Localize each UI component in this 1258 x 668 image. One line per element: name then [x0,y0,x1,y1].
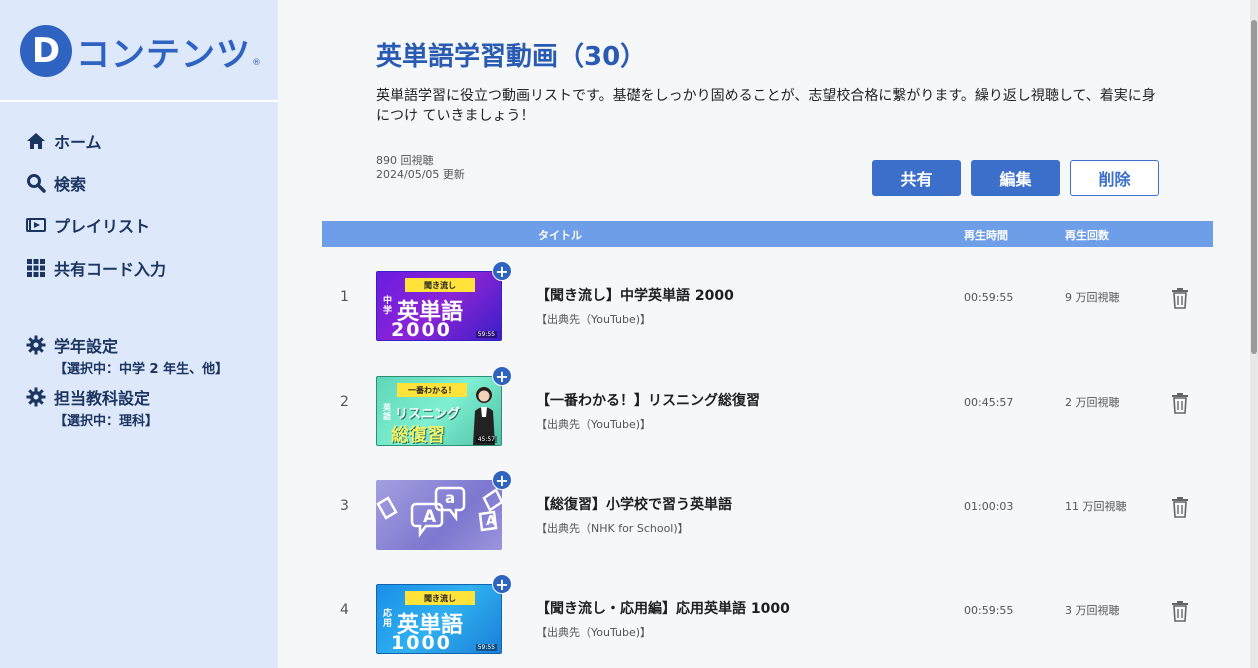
thumbnail-side-text: 中学 [383,296,393,316]
share-button[interactable]: 共有 [872,160,961,196]
sidebar-divider [0,100,278,102]
video-thumbnail[interactable]: A a A + [376,470,512,550]
video-thumbnail[interactable]: 聞き流し 応用 英単語 1000 59:55 + [376,574,512,654]
video-views: 9 万回視聴 [1065,291,1120,304]
sidebar-item-grade-settings[interactable]: 学年設定 【選択中：中学 2 年生、他】 [26,334,228,377]
sidebar-item-subject-settings[interactable]: 担当教科設定 【選択中：理科】 [26,386,158,429]
logo-registered-mark: ® [252,58,261,68]
video-views: 11 万回視聴 [1065,500,1127,513]
speech-bubbles-illustration [376,486,502,538]
thumbnail-big-text: 1000 [391,632,452,654]
video-source: 【出典先（NHK for School)】 [536,522,689,535]
thumbnail-big-text: 総復習 [391,425,445,446]
vertical-scrollbar[interactable] [1250,0,1258,668]
column-header-views: 再生回数 [1065,229,1109,242]
sidebar-item-label: 共有コード入力 [54,260,167,279]
playlist-meta: 890 回視聴 2024/05/05 更新 [376,154,465,182]
thumbnail-duration: 45:57 [475,436,497,443]
video-source: 【出典先（YouTube)】 [536,626,652,639]
video-title[interactable]: 【一番わかる！】リスニング総復習 [536,390,760,410]
sidebar-item-label: 検索 [54,175,87,194]
thumbnail-big-text: 2000 [391,319,452,341]
video-duration: 00:45:57 [964,395,1014,409]
add-to-playlist-icon[interactable]: + [492,261,512,281]
sidebar-item-label: ホーム [54,133,102,152]
sidebar-item-label: 担当教科設定 [54,389,151,408]
delete-button[interactable]: 削除 [1070,160,1159,196]
sidebar-item-search[interactable]: 検索 [26,172,86,194]
row-number: 1 [340,289,349,305]
search-icon [26,173,46,193]
table-row[interactable]: 3 A a A + 【総復習】小学校で習う英単語 【出典先（NHK for Sc… [322,454,1213,558]
add-to-playlist-icon[interactable]: + [492,470,512,490]
sidebar: D コンテンツ ® ホーム 検索 プレイリスト 共有コード入力 学年設定 【選択… [0,0,278,668]
playlist-description: 英単語学習に役立つ動画リストです。基礎をしっかり固めることが、志望校合格に繋がり… [376,88,1156,124]
trash-icon[interactable] [1170,600,1190,622]
subject-selection-text: 【選択中：理科】 [54,414,159,429]
video-title[interactable]: 【聞き流し・応用編】応用英単語 1000 [536,598,790,618]
video-thumbnail[interactable]: 聞き流し 中学 英単語 2000 59:55 + [376,261,512,341]
sidebar-item-label: 学年設定 [54,337,119,356]
trash-icon[interactable] [1170,496,1190,518]
sidebar-item-home[interactable]: ホーム [26,130,102,152]
video-source: 【出典先（YouTube)】 [536,313,652,326]
page-title: 英単語学習動画（30） [376,42,647,72]
thumbnail-banner: 一番わかる！ [397,383,467,397]
thumbnail-banner: 聞き流し [405,278,475,292]
edit-button[interactable]: 編集 [971,160,1060,196]
video-views: 3 万回視聴 [1065,604,1120,617]
row-number: 4 [340,602,349,618]
video-duration: 01:00:03 [964,499,1014,513]
thumbnail-duration: 59:55 [475,331,497,338]
thumbnail-duration: 59:55 [475,644,497,651]
sidebar-item-label: プレイリスト [54,217,151,236]
table-header: タイトル 再生時間 再生回数 [322,221,1213,247]
grade-selection-text: 【選択中：中学 2 年生、他】 [54,362,229,377]
video-duration: 00:59:55 [964,603,1014,617]
video-title[interactable]: 【総復習】小学校で習う英単語 [536,494,732,514]
trash-icon[interactable] [1170,392,1190,414]
table-row[interactable]: 2 一番わかる！ 英語 リスニング 総復習 45:57 + 【一番わかる！】リス… [322,350,1213,454]
thumbnail-main-text: リスニング [395,407,461,422]
video-source: 【出典先（YouTube)】 [536,418,652,431]
home-icon [26,131,46,151]
gear-icon [26,387,46,407]
video-title[interactable]: 【聞き流し】中学英単語 2000 [536,285,734,305]
main-content: 英単語学習動画（30） 英単語学習に役立つ動画リストです。基礎をしっかり固めるこ… [278,0,1258,668]
grid-icon [26,258,46,278]
bubble-letter: A [423,507,437,527]
trash-icon[interactable] [1170,287,1190,309]
video-thumbnail[interactable]: 一番わかる！ 英語 リスニング 総復習 45:57 + [376,366,512,446]
thumbnail-side-text: 英語 [383,403,391,421]
bubble-letter: a [445,489,456,507]
add-to-playlist-icon[interactable]: + [492,574,512,594]
row-number: 3 [340,498,349,514]
scrollbar-thumb[interactable] [1251,20,1257,354]
video-views: 2 万回視聴 [1065,396,1120,409]
updated-date: 2024/05/05 更新 [376,168,465,181]
logo-mark: D [20,25,72,77]
row-number: 2 [340,394,349,410]
logo-text: コンテンツ [76,34,251,75]
add-to-playlist-icon[interactable]: + [492,366,512,386]
thumbnail-side-text: 応用 [383,609,393,629]
column-header-duration: 再生時間 [964,229,1008,242]
brand-logo[interactable]: D コンテンツ ® [20,25,261,77]
sidebar-item-share-code[interactable]: 共有コード入力 [26,257,166,279]
table-row[interactable]: 1 聞き流し 中学 英単語 2000 59:55 + 【聞き流し】中学英単語 2… [322,245,1213,349]
thumbnail-banner: 聞き流し [405,591,475,605]
gear-icon [26,335,46,355]
column-header-title: タイトル [538,229,582,242]
table-row[interactable]: 4 聞き流し 応用 英単語 1000 59:55 + 【聞き流し・応用編】応用英… [322,558,1213,662]
video-duration: 00:59:55 [964,290,1014,304]
playlist-icon [26,215,46,235]
bubble-letter: A [486,514,497,529]
sidebar-item-playlist[interactable]: プレイリスト [26,214,150,236]
view-count: 890 回視聴 [376,154,434,167]
